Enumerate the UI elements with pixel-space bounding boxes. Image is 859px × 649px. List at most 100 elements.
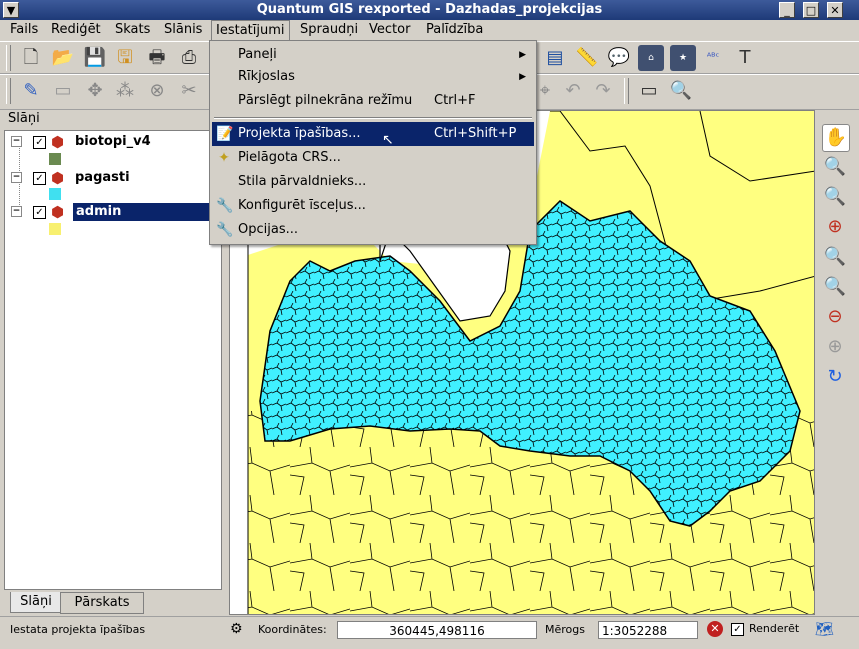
delete-selected-icon[interactable]: ⊗ <box>144 78 170 104</box>
menu-slanis[interactable]: Slānis <box>160 20 206 41</box>
toolbar-grip[interactable] <box>6 78 11 104</box>
undo-icon[interactable]: ↶ <box>560 78 586 104</box>
zoom-full-icon[interactable]: ⊕ <box>822 214 848 240</box>
layer-name: admin <box>73 203 216 221</box>
print-icon[interactable]: ⎙ <box>176 45 202 71</box>
edit-pencil-icon[interactable]: ✎ <box>18 78 44 104</box>
menu-vector[interactable]: Vector <box>365 20 414 41</box>
save-edits-icon[interactable]: ▭ <box>50 78 76 104</box>
annotation-icon[interactable]: 💬 <box>606 45 632 71</box>
menu-item-label: Projekta īpašības... <box>238 126 361 141</box>
new-project-icon[interactable]: 🗋 <box>18 45 44 71</box>
coordinates-label: Koordinātes: <box>258 623 327 636</box>
menu-fails[interactable]: Fails <box>6 20 42 41</box>
zoom-next-icon[interactable]: ⊕ <box>822 334 848 360</box>
redo-icon[interactable]: ↷ <box>590 78 616 104</box>
menu-item-options[interactable]: 🔧 Opcijas... <box>212 218 534 242</box>
identify-icon[interactable]: ▭ <box>636 78 662 104</box>
zoom-out-icon[interactable]: 🔍 <box>822 184 848 210</box>
home-icon[interactable]: ⌂ <box>638 45 664 71</box>
layer-name: biotopi_v4 <box>75 134 151 149</box>
menu-item-shortcut: Ctrl+Shift+P <box>434 126 517 141</box>
menu-item-label: Stila pārvaldnieks... <box>238 174 367 189</box>
zoom-last-icon[interactable]: ⊖ <box>822 304 848 330</box>
zoom-in-icon[interactable]: 🔍 <box>822 154 848 180</box>
toolbar-grip[interactable] <box>6 45 11 71</box>
save-project-icon[interactable]: 💾 <box>82 45 108 71</box>
maximize-button[interactable]: □ <box>803 2 819 18</box>
attribute-table-icon[interactable]: ▤ <box>542 45 568 71</box>
layers-panel-title: Slāņi <box>8 111 40 126</box>
layer-symbol-swatch <box>49 153 61 165</box>
menu-item-style-manager[interactable]: Stila pārvaldnieks... <box>212 170 534 194</box>
stop-render-icon[interactable]: ✕ <box>707 621 723 637</box>
collapse-icon[interactable]: − <box>11 206 22 217</box>
menu-item-rikjoslas[interactable]: Rīkjoslas ▶ <box>212 65 534 89</box>
status-message: Iestata projekta īpašības <box>10 623 146 636</box>
menu-iestatijumi[interactable]: Iestatījumi <box>211 20 290 41</box>
menu-spraudni[interactable]: Spraudņi <box>296 20 362 41</box>
collapse-icon[interactable]: − <box>11 172 22 183</box>
window-title: Quantum GIS rexported - Dazhadas_projekc… <box>256 2 603 17</box>
close-button[interactable]: ✕ <box>827 2 843 18</box>
measure-icon[interactable]: 📏 <box>574 45 600 71</box>
menu-item-paneli[interactable]: Paneļi ▶ <box>212 43 534 67</box>
coordinates-field[interactable]: 360445,498116 <box>337 621 537 639</box>
projection-icon[interactable]: 🗺 <box>815 620 834 638</box>
polygon-layer-icon: ⬢ <box>51 169 65 187</box>
save-as-icon[interactable]: 🖫 <box>112 45 138 71</box>
menu-item-custom-crs[interactable]: ✦ Pielāgota CRS... <box>212 146 534 170</box>
scale-field[interactable]: 1:3052288 <box>598 621 698 639</box>
title-bar: ▼ Quantum GIS rexported - Dazhadas_proje… <box>0 0 859 20</box>
maximize-icon: □ <box>805 4 817 17</box>
menu-skats[interactable]: Skats <box>111 20 154 41</box>
layer-visibility-checkbox[interactable]: ✓ <box>33 206 46 219</box>
wrench-icon: 🔧 <box>216 198 234 214</box>
wrench-icon: 🔧 <box>216 222 234 238</box>
menu-item-configure-shortcuts[interactable]: 🔧 Konfigurēt īsceļus... <box>212 194 534 218</box>
menu-item-label: Konfigurēt īsceļus... <box>238 198 366 213</box>
menu-item-label: Opcijas... <box>238 222 298 237</box>
zoom-search-icon[interactable]: 🔍 <box>668 78 694 104</box>
close-icon: ✕ <box>830 4 840 17</box>
map-navigation-toolbar: ✋ 🔍 🔍 ⊕ 🔍 🔍 ⊖ ⊕ ↻ <box>816 110 856 615</box>
toggle-extents-icon[interactable]: ⚙ <box>230 621 243 637</box>
submenu-arrow-icon: ▶ <box>519 50 526 60</box>
minimize-icon: _ <box>784 4 790 17</box>
menu-separator <box>214 117 532 119</box>
menu-palidziba[interactable]: Palīdzība <box>422 20 487 41</box>
zoom-layer-icon[interactable]: 🔍 <box>822 274 848 300</box>
menu-item-project-properties[interactable]: 📝 Projekta īpašības... Ctrl+Shift+P ↖ <box>212 122 534 148</box>
minimize-button[interactable]: _ <box>779 2 795 18</box>
collapse-icon[interactable]: − <box>11 136 22 147</box>
status-bar: Iestata projekta īpašības ⚙ Koordinātes:… <box>0 616 859 649</box>
open-project-icon[interactable]: 📂 <box>50 45 76 71</box>
label-abc-icon[interactable]: ᴬᴮᶜ <box>700 45 726 71</box>
zoom-selection-icon[interactable]: 🔍 <box>822 244 848 270</box>
layer-visibility-checkbox[interactable]: ✓ <box>33 172 46 185</box>
menu-item-label: Paneļi <box>238 47 277 62</box>
tab-slani[interactable]: Slāņi <box>10 592 62 613</box>
menu-item-label: Pārslēgt pilnekrāna režīmu <box>238 93 413 108</box>
crs-wand-icon: ✦ <box>218 150 230 166</box>
submenu-arrow-icon: ▶ <box>519 72 526 82</box>
home-star-icon[interactable]: ★ <box>670 45 696 71</box>
node-tool-icon[interactable]: ⁂ <box>112 78 138 104</box>
tab-parskats[interactable]: Pārskats <box>60 592 144 614</box>
layers-panel-header: Slāņi ⧉ <box>4 110 222 130</box>
toolbar-grip[interactable] <box>624 78 629 104</box>
settings-dropdown-menu: Paneļi ▶ Rīkjoslas ▶ Pārslēgt pilnekrāna… <box>209 40 537 245</box>
move-feature-icon[interactable]: ✥ <box>82 78 108 104</box>
layer-visibility-checkbox[interactable]: ✓ <box>33 136 46 149</box>
pan-hand-icon[interactable]: ✋ <box>822 124 850 152</box>
layer-symbol-swatch <box>49 223 61 235</box>
render-checkbox[interactable]: ✓ <box>731 623 744 636</box>
print-composer-icon[interactable]: 🖶 <box>144 45 170 71</box>
layers-tree: − ✓ ⬢ biotopi_v4 − ✓ ⬢ pagasti − ✓ ⬢ adm… <box>4 130 222 590</box>
layer-name: pagasti <box>75 170 130 185</box>
refresh-icon[interactable]: ↻ <box>822 364 848 390</box>
cut-features-icon[interactable]: ✂ <box>176 78 202 104</box>
text-annotation-icon[interactable]: T <box>732 45 758 71</box>
menu-item-fullscreen[interactable]: Pārslēgt pilnekrāna režīmu Ctrl+F <box>212 89 534 113</box>
menu-rediget[interactable]: Rediģēt <box>47 20 105 41</box>
